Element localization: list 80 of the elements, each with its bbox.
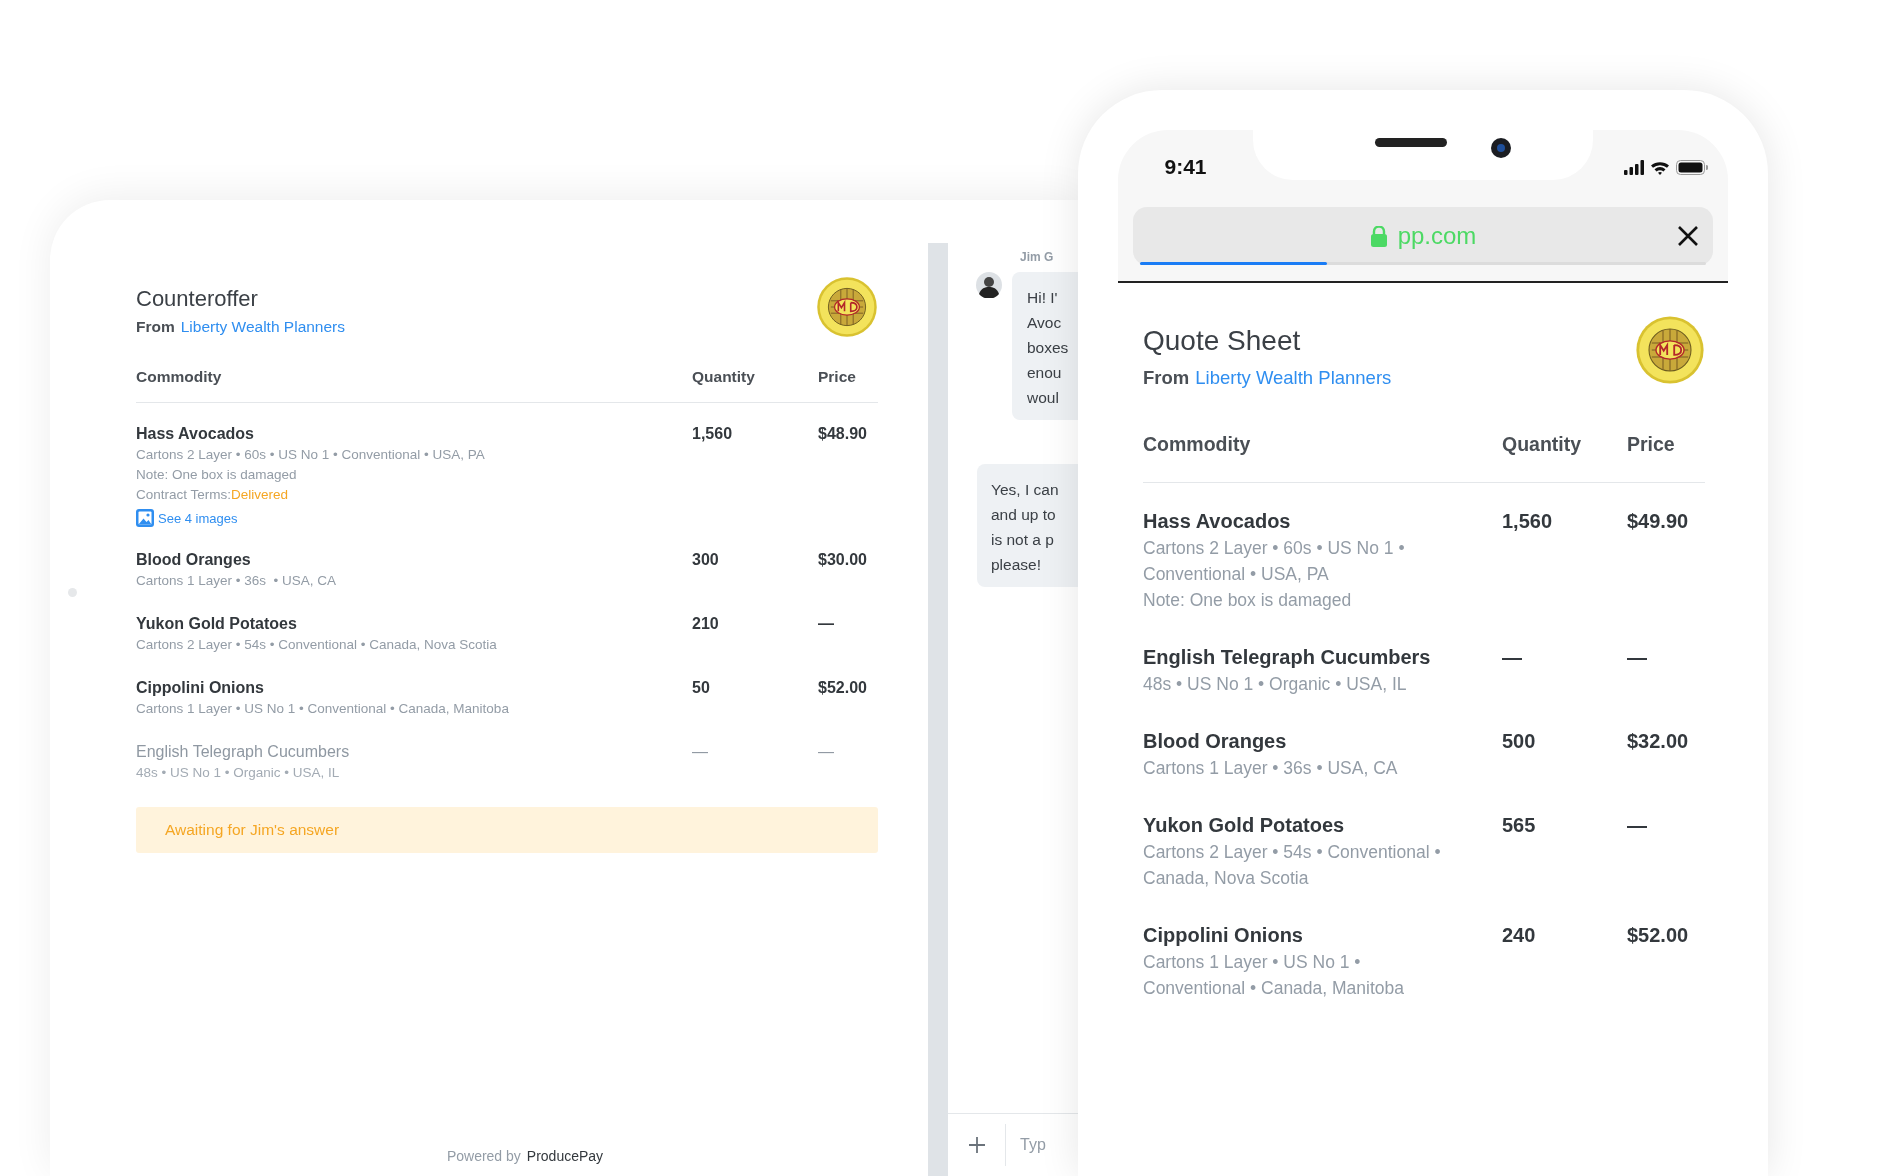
commodity-name: Cippolini Onions (136, 678, 265, 698)
terms-value: Delivered (231, 487, 289, 502)
commodity-name: Hass Avocados (136, 424, 255, 444)
commodity-name: Yukon Gold Potatoes (1143, 813, 1346, 838)
commodity-details: Cartons 1 Layer • 36s • USA, CA (136, 572, 338, 590)
commodity-details: 48s • US No 1 • Organic • USA, IL (136, 764, 341, 782)
images-link[interactable]: See 4 images (136, 509, 238, 527)
commodity-name: Hass Avocados (1143, 509, 1292, 534)
commodity-name: Blood Oranges (136, 550, 252, 570)
avatar-icon (976, 272, 1002, 298)
column-header: Quantity (692, 368, 756, 386)
quantity-value: 500 (1502, 729, 1537, 754)
close-icon (1677, 225, 1699, 247)
company-logo (816, 276, 878, 338)
price-value: — (1627, 645, 1648, 670)
quantity-value: — (692, 742, 709, 762)
price-value: $52.00 (1627, 923, 1690, 948)
commodity-details: Cartons 2 Layer • 54s • Conventional • Canada, Nova Scotia (1143, 841, 1442, 890)
commodity-details: Cartons 1 Layer • 36s • USA, CA (1143, 757, 1399, 780)
company-logo (1635, 315, 1705, 385)
commodity-name: English Telegraph Cucumbers (1143, 645, 1432, 670)
quantity-value: 240 (1502, 923, 1537, 948)
price-value: — (1627, 813, 1648, 838)
quantity-value: 210 (692, 614, 720, 634)
commodity-note: Note: One box is damaged (136, 466, 298, 484)
sheet-title: Quote Sheet (1143, 325, 1302, 357)
terms-label: Contract Terms: (136, 487, 232, 502)
price-value: $30.00 (818, 550, 868, 570)
message-bubble: Yes, I can and up to is not a p please! (977, 464, 1080, 587)
commodity-details: Cartons 2 Layer • 60s • US No 1 • Conventional • USA, PA (136, 446, 486, 464)
image-icon (136, 509, 154, 527)
url-text: pp.com (1397, 222, 1477, 250)
price-value: $52.00 (818, 678, 868, 698)
column-header: Commodity (1143, 433, 1252, 456)
sender-link[interactable]: Liberty Wealth Planners (1195, 367, 1392, 389)
column-header: Quantity (1502, 433, 1583, 456)
message-bubble: Hi! I' Avoc boxes enou woul (1012, 272, 1080, 420)
quantity-value: 50 (692, 678, 711, 698)
commodity-details: 48s • US No 1 • Organic • USA, IL (1143, 673, 1408, 696)
price-value: — (818, 742, 835, 762)
commodity-details: Cartons 1 Layer • US No 1 • Conventional • Canada, Manitoba (1143, 951, 1406, 1000)
price-value: $32.00 (1627, 729, 1690, 754)
quantity-value: 1,560 (692, 424, 734, 444)
quantity-value: 1,560 (1502, 509, 1554, 534)
tablet-camera (68, 588, 77, 597)
sender-name: Jim G (1020, 250, 1055, 264)
column-header: Price (1627, 433, 1676, 456)
from-label: From (1143, 367, 1190, 389)
message-input[interactable]: Typ (1020, 1136, 1080, 1154)
sheet-title: Counteroffer (136, 286, 259, 312)
camera-icon (1491, 138, 1511, 158)
plus-icon (967, 1136, 986, 1154)
lock-icon (1369, 225, 1388, 247)
commodity-details: Cartons 1 Layer • US No 1 • Conventional • Canada, Manitoba (136, 700, 510, 718)
quantity-value: 300 (692, 550, 720, 570)
column-header: Price (818, 368, 857, 386)
wifi-icon (1650, 159, 1670, 175)
commodity-name: English Telegraph Cucumbers (136, 742, 351, 762)
battery-icon (1676, 159, 1708, 175)
price-value: $48.90 (818, 424, 868, 444)
commodity-name: Cippolini Onions (1143, 923, 1304, 948)
quantity-value: — (1502, 645, 1523, 670)
sender-link[interactable]: Liberty Wealth Planners (180, 318, 346, 336)
commodity-note: Note: One box is damaged (1143, 589, 1353, 612)
commodity-details: Cartons 2 Layer • 54s • Conventional • Canada, Nova Scotia (136, 636, 498, 654)
status-banner: Awaiting for Jim's answer (136, 807, 878, 853)
from-label: From (136, 318, 175, 336)
speaker-grille (1375, 138, 1447, 147)
price-value: $49.90 (1627, 509, 1690, 534)
price-value: — (818, 614, 835, 634)
close-button[interactable] (1677, 225, 1699, 247)
status-time: 9:41 (1163, 154, 1208, 180)
brand-name: ProducePay (526, 1148, 604, 1164)
commodity-name: Blood Oranges (1143, 729, 1288, 754)
column-header: Commodity (136, 368, 223, 386)
commodity-name: Yukon Gold Potatoes (136, 614, 298, 634)
commodity-details: Cartons 2 Layer • 60s • US No 1 • Conventional • USA, PA (1143, 537, 1406, 586)
powered-by-label: Powered by (446, 1148, 521, 1164)
quantity-value: 565 (1502, 813, 1537, 838)
signal-icon (1624, 159, 1644, 175)
